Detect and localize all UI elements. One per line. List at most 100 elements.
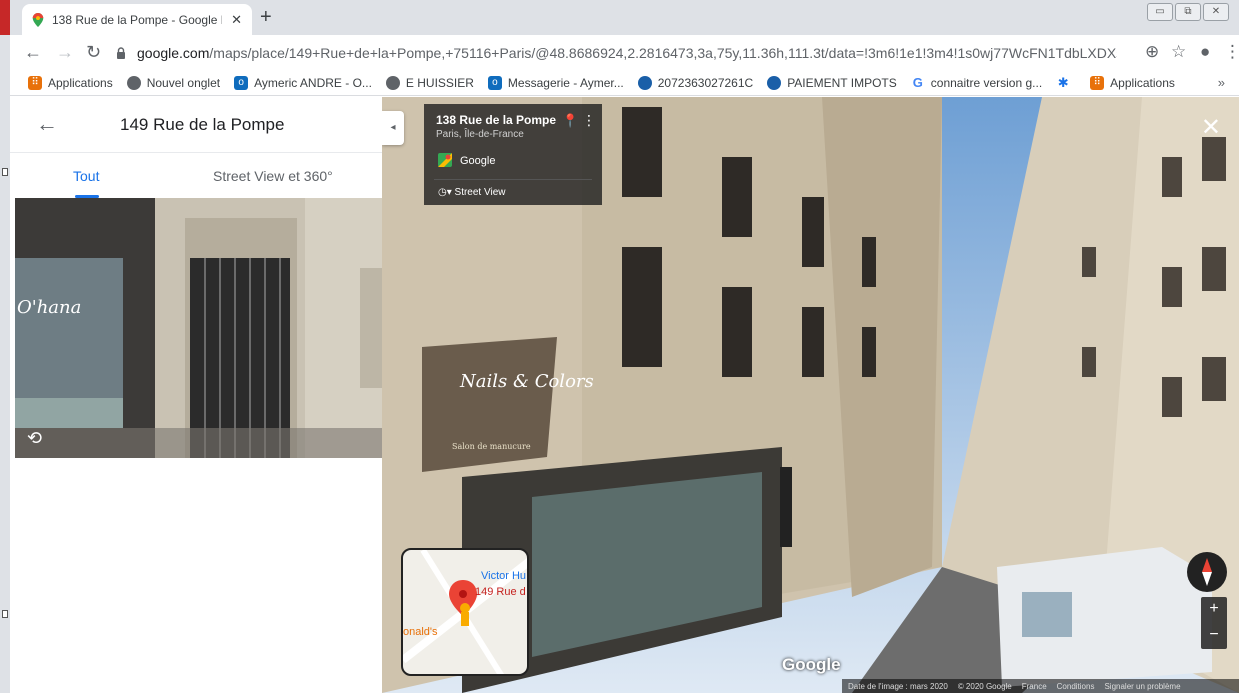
bookmark-item[interactable]: ✱	[1056, 74, 1076, 90]
bookmark-label: connaitre version g...	[930, 75, 1043, 90]
google-maps-logo-icon	[438, 153, 452, 167]
reload-icon[interactable]: ↻	[86, 42, 101, 63]
tab-close-icon[interactable]: ✕	[231, 12, 242, 28]
browser-toolbar: ← → ↻ google.com/maps/place/149+Rue+de+l…	[10, 35, 1239, 70]
apps-grid-icon: ⠿	[28, 75, 42, 90]
window-controls: ▭ ⧉ ✕	[1147, 3, 1229, 21]
place-title: 149 Rue de la Pompe	[120, 115, 285, 134]
minimap-label-victor-hugo: Victor Hu	[481, 570, 527, 582]
browser-tab[interactable]: 138 Rue de la Pompe - Google M ✕	[22, 4, 252, 35]
install-app-icon[interactable]: ⊕	[1145, 42, 1159, 62]
bookmark-item[interactable]: Nouvel onglet	[126, 75, 221, 90]
restore-button[interactable]: ⧉	[1175, 3, 1201, 21]
url-text: google.com/maps/place/149+Rue+de+la+Pomp…	[137, 45, 1117, 61]
bookmark-label: Aymeric ANDRE - O...	[254, 75, 372, 90]
bookmarks-overflow-icon[interactable]: »	[1218, 75, 1225, 90]
street-view-photo[interactable]: O'hana ⟲	[15, 198, 382, 458]
back-arrow-icon[interactable]: ←	[24, 42, 42, 63]
zoom-out-button[interactable]: −	[1201, 623, 1227, 649]
pin-icon[interactable]: 📍	[562, 113, 578, 129]
new-tab-button[interactable]: +	[260, 6, 272, 29]
bookmark-item[interactable]: E HUISSIER	[385, 75, 474, 90]
close-window-button[interactable]: ✕	[1203, 3, 1229, 21]
collapse-panel-button[interactable]: ◂	[382, 111, 404, 145]
street-view-viewer[interactable]: Nails & Colors Salon de manucure ◂ 138 R…	[382, 97, 1239, 693]
bookmark-label: 2072363027261C	[657, 75, 754, 90]
tab-street-view-360[interactable]: Street View et 360°	[213, 168, 333, 184]
image-date: Date de l'image : mars 2020	[848, 681, 948, 691]
minimap[interactable]: Victor Hu 149 Rue d onald's	[401, 548, 529, 676]
street-view-mode-label: Street View	[454, 187, 506, 198]
address-bar[interactable]: google.com/maps/place/149+Rue+de+la+Pomp…	[115, 39, 1135, 67]
maps-pin-icon	[32, 12, 44, 27]
minimap-label-restaurant: onald's	[403, 626, 438, 638]
compass-needle-icon	[1202, 558, 1212, 586]
minimap-roads	[403, 550, 527, 674]
bookmark-item[interactable]: PAIEMENT IMPOTS	[767, 75, 897, 90]
minimize-button[interactable]: ▭	[1147, 3, 1173, 21]
storefront-image: O'hana	[15, 198, 382, 458]
google-watermark: Google	[782, 655, 841, 674]
location-subtitle: Paris, Île-de-France	[436, 129, 524, 140]
tab-tout[interactable]: Tout	[73, 168, 99, 184]
zoom-in-button[interactable]: +	[1201, 597, 1227, 623]
compass-icon[interactable]	[1187, 552, 1227, 592]
image-footer: Date de l'image : mars 2020 © 2020 Googl…	[842, 679, 1239, 693]
location-title: 138 Rue de la Pompe	[436, 113, 557, 127]
url-path: /maps/place/149+Rue+de+la+Pompe,+75116+P…	[209, 45, 1117, 61]
report-problem-link[interactable]: Signaler un problème	[1104, 682, 1180, 691]
window-edge-accent	[0, 0, 10, 35]
place-panel: ← 149 Rue de la Pompe Tout Street View e…	[10, 97, 382, 693]
bookmarks-bar: ⠿ Applications Nouvel onglet o Aymeric AND…	[10, 70, 1239, 96]
bookmark-item[interactable]: 2072363027261C	[637, 75, 754, 90]
panel-header: ← 149 Rue de la Pompe	[10, 97, 382, 153]
profile-avatar-icon[interactable]: ●	[1200, 42, 1210, 62]
close-icon[interactable]: ✕	[1201, 113, 1221, 142]
history-clock-icon: ◷▾	[438, 187, 452, 198]
bookmark-label: E HUISSIER	[405, 75, 474, 90]
panorama-360-icon[interactable]: ⟲	[27, 428, 42, 449]
globe-icon	[126, 75, 141, 90]
more-options-icon[interactable]: ⋮	[582, 112, 596, 129]
bookmark-star-icon[interactable]: ☆	[1171, 42, 1186, 62]
bookmark-item[interactable]: ⠿ Applications	[28, 75, 113, 90]
photo-tabs: Tout Street View et 360°	[10, 154, 382, 198]
bookmark-item[interactable]: o Aymeric ANDRE - O...	[234, 75, 372, 90]
bookmark-label: Applications	[1110, 75, 1175, 90]
title-bar: 138 Rue de la Pompe - Google M ✕ + ▭ ⧉ ✕	[10, 0, 1239, 35]
edge-marker	[2, 168, 8, 176]
outlook-icon: o	[487, 75, 502, 90]
apps-grid-icon: ⠿	[1090, 75, 1105, 90]
google-g-icon: G	[910, 74, 925, 90]
bookmark-label: Applications	[48, 75, 113, 90]
edge-marker	[2, 610, 8, 618]
bookmark-label: PAIEMENT IMPOTS	[787, 75, 897, 90]
bookmark-item[interactable]: ⠿ Applications	[1090, 75, 1175, 90]
terms-link[interactable]: Conditions	[1057, 682, 1095, 691]
shop-name-text: O'hana	[17, 297, 81, 318]
shop-sign-subtext: Salon de manucure	[452, 442, 531, 451]
forward-arrow-icon[interactable]: →	[56, 42, 74, 63]
bookmark-label: Nouvel onglet	[146, 75, 221, 90]
globe-icon	[385, 75, 400, 90]
minimap-label-address: 149 Rue d	[475, 586, 526, 598]
gear-icon: ✱	[1056, 74, 1071, 90]
back-arrow-icon[interactable]: ←	[36, 111, 58, 137]
bookmark-item[interactable]: Gconnaitre version g...	[910, 74, 1043, 90]
window-edge	[0, 0, 10, 693]
menu-kebab-icon[interactable]: ⋮	[1224, 42, 1239, 62]
tax-site-icon	[767, 75, 782, 90]
shop-sign-text: Nails & Colors	[459, 371, 594, 392]
bookmark-label: Messagerie - Aymer...	[507, 75, 624, 90]
outlook-icon: o	[234, 75, 249, 90]
copyright: © 2020 Google	[957, 681, 1012, 691]
bookmark-item[interactable]: o Messagerie - Aymer...	[487, 75, 624, 90]
region-link[interactable]: France	[1022, 682, 1047, 691]
lock-icon	[117, 47, 125, 59]
url-domain: google.com	[137, 45, 210, 61]
pegman-icon	[460, 603, 470, 613]
google-brand: Google	[460, 155, 496, 167]
street-view-mode[interactable]: ◷▾ Street View	[438, 187, 505, 198]
location-card: 138 Rue de la Pompe Paris, Île-de-France…	[424, 104, 602, 205]
card-divider	[434, 179, 592, 180]
